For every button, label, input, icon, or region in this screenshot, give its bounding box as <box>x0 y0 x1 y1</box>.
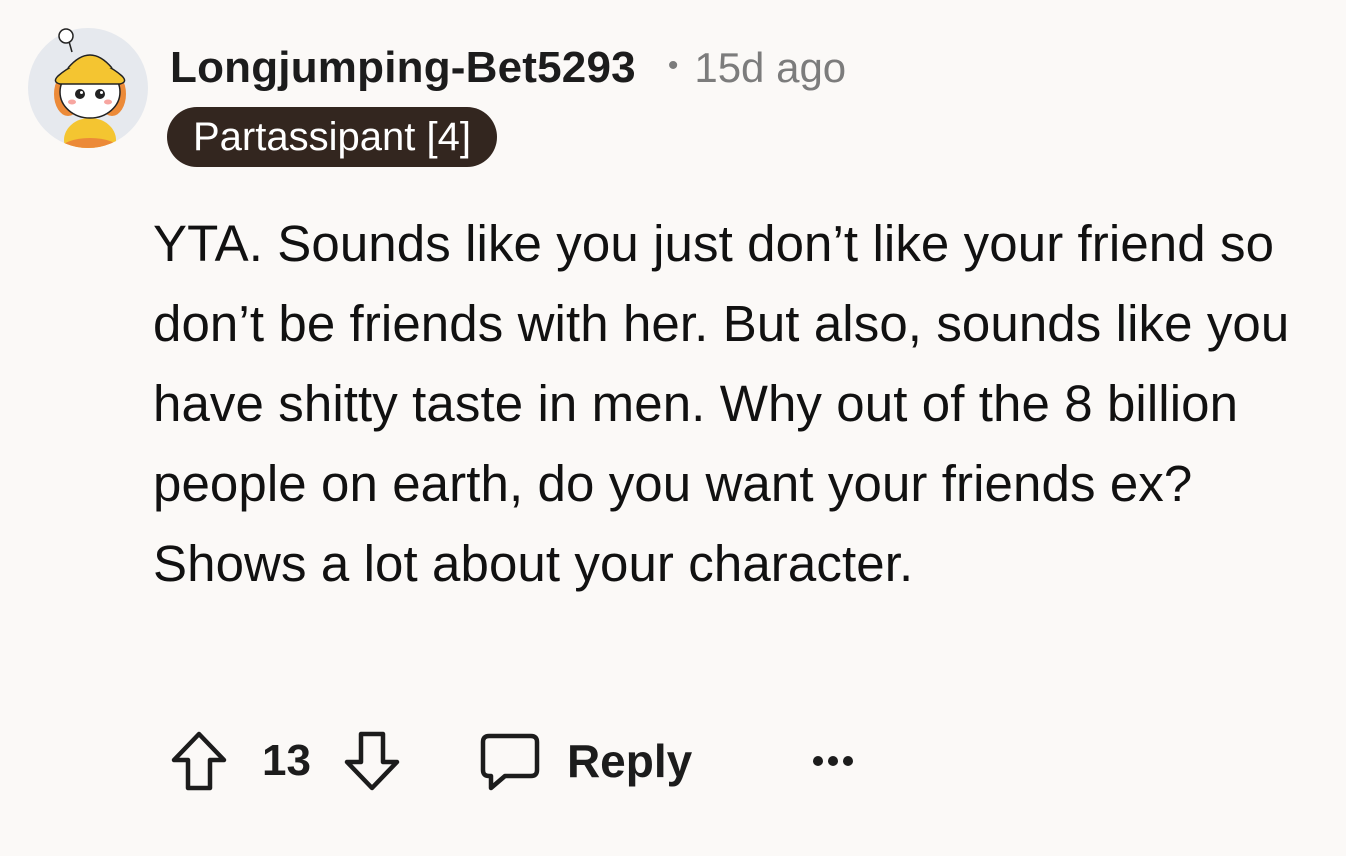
downvote-button[interactable] <box>341 726 403 796</box>
downvote-arrow-icon <box>344 731 400 791</box>
vote-score: 13 <box>262 736 311 785</box>
timestamp[interactable]: 15d ago <box>694 44 846 92</box>
comment-body: YTA. Sounds like you just don’t like you… <box>153 215 1290 592</box>
user-flair-badge: Partassipant [4] <box>167 107 497 167</box>
more-options-button[interactable] <box>808 736 858 786</box>
reply-button[interactable]: Reply <box>479 730 692 792</box>
upvote-arrow-icon <box>171 731 227 791</box>
upvote-button[interactable] <box>168 726 230 796</box>
reply-label: Reply <box>566 735 693 787</box>
meta-separator: • <box>667 49 679 82</box>
comment-header: Longjumping-Bet5293 • 15d ago <box>170 38 846 98</box>
username-link[interactable]: Longjumping-Bet5293 <box>170 43 636 93</box>
ellipsis-icon <box>813 756 854 766</box>
speech-bubble-icon <box>480 733 540 791</box>
comment-action-bar: 13 Reply <box>168 726 858 796</box>
snoo-avatar-icon <box>28 28 148 148</box>
user-avatar[interactable] <box>28 28 148 148</box>
